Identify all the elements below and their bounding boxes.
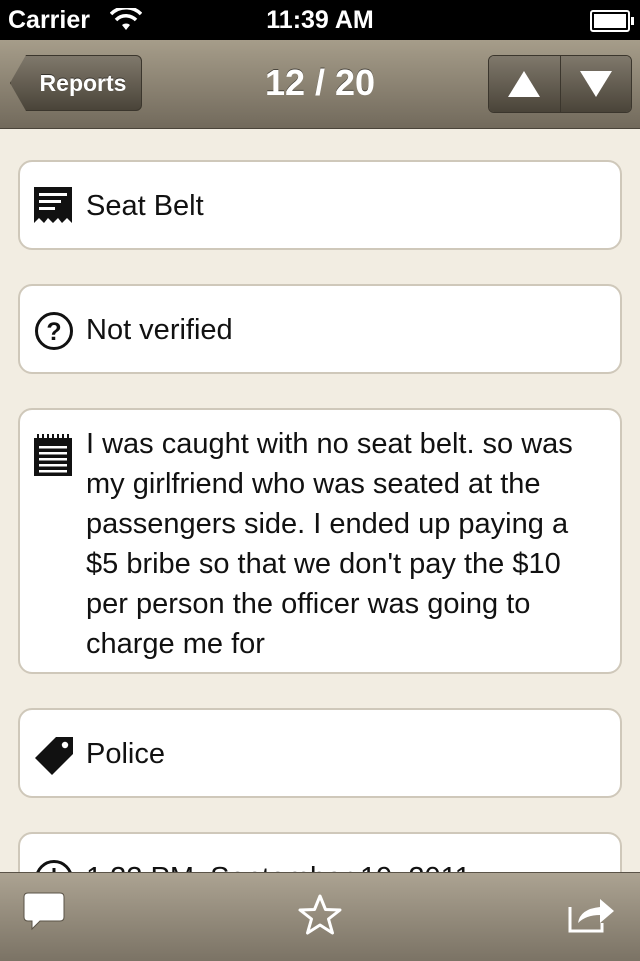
tag-text: Police <box>86 738 165 770</box>
bottom-toolbar <box>0 872 640 961</box>
question-circle-icon: ? <box>35 312 73 350</box>
notepad-icon <box>34 434 72 476</box>
description-text: I was caught with no seat belt. so was m… <box>86 428 573 660</box>
share-button[interactable] <box>566 893 616 940</box>
tag-icon <box>35 737 73 775</box>
comment-button[interactable] <box>22 891 66 938</box>
comment-icon <box>23 892 65 931</box>
verification-text: Not verified <box>86 314 233 346</box>
verification-card: ? Not verified <box>18 284 622 374</box>
arrow-up-icon <box>508 71 541 97</box>
svg-text:?: ? <box>46 318 61 346</box>
category-text: Seat Belt <box>86 190 204 222</box>
tag-card: Police <box>18 708 622 798</box>
previous-report-button[interactable] <box>489 56 560 112</box>
navigation-bar: Reports 12 / 20 <box>0 40 640 129</box>
star-icon <box>298 894 342 935</box>
next-report-button[interactable] <box>559 56 631 112</box>
status-time: 11:39 AM <box>266 6 374 34</box>
category-card: Seat Belt <box>18 160 622 250</box>
favorite-button[interactable] <box>298 893 342 942</box>
receipt-icon <box>34 187 72 223</box>
battery-icon <box>590 10 634 32</box>
description-card: I was caught with no seat belt. so was m… <box>18 408 622 674</box>
report-pager <box>488 55 632 113</box>
share-icon <box>568 899 614 933</box>
arrow-down-icon <box>579 71 612 97</box>
status-bar: Carrier 11:39 AM <box>0 0 640 40</box>
